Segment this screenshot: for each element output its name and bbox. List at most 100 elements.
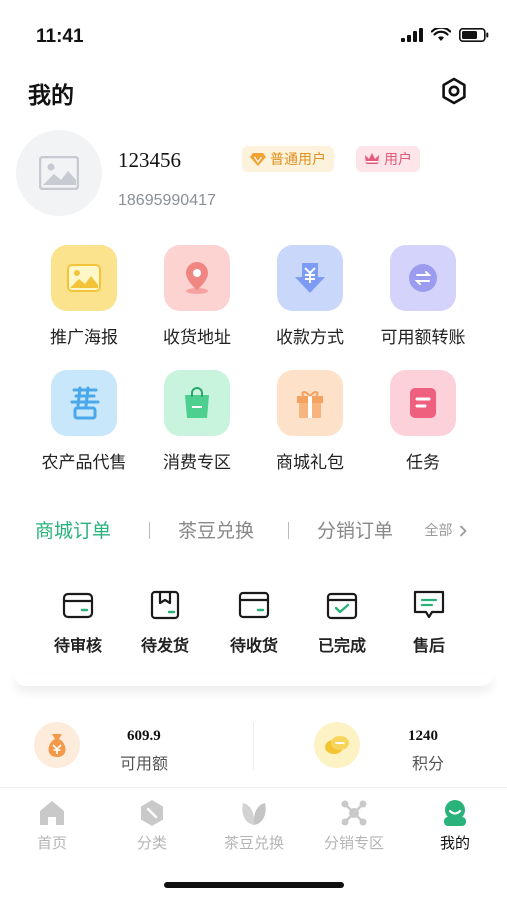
task-icon-bg xyxy=(390,370,456,436)
feature-task[interactable]: 任务 xyxy=(368,370,478,473)
tab-home[interactable]: 首页 xyxy=(2,798,102,853)
feature-label: 农产品代售 xyxy=(41,453,127,473)
points-value: 1240 xyxy=(408,728,438,744)
home-icon xyxy=(40,801,64,825)
feature-label: 可用额转账 xyxy=(380,328,466,348)
member-badge: 普通用户 xyxy=(242,146,334,172)
username: 123456 xyxy=(118,148,181,172)
diamond-icon xyxy=(250,153,266,166)
role-badge-label: 用户 xyxy=(384,152,412,168)
tab-mine[interactable]: 我的 xyxy=(405,798,505,853)
points-label: 积分 xyxy=(412,754,445,773)
feature-label: 商城礼包 xyxy=(276,453,344,473)
view-all-label: 全部 xyxy=(424,523,453,539)
order-status-completed[interactable]: 已完成 xyxy=(297,590,387,656)
order-status-label: 待发货 xyxy=(140,636,189,655)
tab-distribution[interactable]: 分销专区 xyxy=(304,798,404,853)
chevron-right-icon xyxy=(459,525,467,537)
member-badge-label: 普通用户 xyxy=(270,152,326,168)
wifi-icon xyxy=(431,28,451,41)
coins-icon-bg xyxy=(314,722,360,768)
order-status-pending-review[interactable]: 待审核 xyxy=(33,590,123,656)
battery-icon xyxy=(459,28,489,42)
gift-icon xyxy=(297,391,323,418)
role-badge: 用户 xyxy=(356,146,420,172)
image-placeholder-icon xyxy=(39,156,79,190)
tab-distribution-orders[interactable]: 分销订单 xyxy=(317,516,393,543)
feature-payment-method[interactable]: 收款方式 xyxy=(255,245,365,348)
sell-icon-bg xyxy=(51,370,117,436)
order-status-label: 待收货 xyxy=(229,636,278,655)
leaf-icon xyxy=(242,803,266,825)
transfer-icon-bg xyxy=(390,245,456,311)
wallet-available-balance[interactable]: 609.9 可用额 xyxy=(34,718,254,778)
feature-label: 任务 xyxy=(406,453,440,473)
tab-label: 我的 xyxy=(439,834,470,852)
balance-label: 可用额 xyxy=(120,754,169,773)
status-bar: 11:41 xyxy=(0,0,507,66)
view-all-orders-link[interactable]: 全部 xyxy=(425,520,467,540)
wallet-icon xyxy=(62,592,94,619)
balance-value: 609.9 xyxy=(127,728,161,744)
task-icon xyxy=(410,388,436,418)
address-icon-bg xyxy=(164,245,230,311)
avatar[interactable] xyxy=(16,130,102,216)
feature-farm-product-sale[interactable]: 农产品代售 xyxy=(29,370,139,473)
feature-label: 收款方式 xyxy=(276,328,344,348)
feature-consumer-zone[interactable]: 消费专区 xyxy=(142,370,252,473)
feature-label: 消费专区 xyxy=(163,453,231,473)
feature-balance-transfer[interactable]: 可用额转账 xyxy=(368,245,478,348)
tab-divider xyxy=(288,522,289,539)
tab-tea-bean-exchange[interactable]: 茶豆兑换 xyxy=(178,516,254,543)
tab-label: 首页 xyxy=(36,834,67,852)
tab-divider xyxy=(149,522,150,539)
money-bag-icon xyxy=(48,734,66,757)
coins-icon xyxy=(325,736,349,754)
order-status-to-receive[interactable]: 待收货 xyxy=(209,590,299,656)
image-icon xyxy=(67,264,101,292)
feature-shipping-address[interactable]: 收货地址 xyxy=(142,245,252,348)
tab-tea-bean[interactable]: 茶豆兑换 xyxy=(204,798,304,853)
package-icon xyxy=(150,590,180,620)
wallet-divider xyxy=(253,722,254,770)
page-title: 我的 xyxy=(28,83,74,109)
crown-icon xyxy=(365,153,379,164)
order-status-label: 已完成 xyxy=(317,636,366,655)
feature-label: 推广海报 xyxy=(50,328,118,348)
feature-promo-poster[interactable]: 推广海报 xyxy=(29,245,139,348)
feature-label: 收货地址 xyxy=(163,328,231,348)
yuan-download-icon xyxy=(295,263,325,293)
phone-number: 18695990417 xyxy=(118,192,216,209)
order-status-label: 售后 xyxy=(412,636,445,655)
tab-label: 分类 xyxy=(136,834,167,852)
settings-icon xyxy=(442,77,466,105)
feature-mall-gift[interactable]: 商城礼包 xyxy=(255,370,365,473)
order-tabs: 商城订单 茶豆兑换 分销订单 全部 xyxy=(0,516,507,546)
user-icon xyxy=(444,800,466,826)
tab-category[interactable]: 分类 xyxy=(102,798,202,853)
order-status-label: 待审核 xyxy=(53,636,102,655)
tab-mall-orders[interactable]: 商城订单 xyxy=(35,516,111,543)
order-status-after-sales[interactable]: 售后 xyxy=(384,590,474,656)
page-header: 我的 xyxy=(0,66,507,116)
transfer-icon xyxy=(409,264,437,292)
payment-icon-bg xyxy=(277,245,343,311)
location-pin-icon xyxy=(186,262,208,294)
check-box-icon xyxy=(326,592,358,620)
money-bag-icon-bg xyxy=(34,722,80,768)
wallet-points[interactable]: 1240 积分 xyxy=(314,718,507,778)
card-icon xyxy=(238,591,270,619)
message-icon xyxy=(413,590,445,619)
sell-icon xyxy=(70,386,100,420)
category-icon xyxy=(141,800,163,826)
shopping-bag-icon xyxy=(185,387,209,418)
shopping-bag-icon-bg xyxy=(164,370,230,436)
tab-label: 茶豆兑换 xyxy=(223,834,284,852)
bottom-tab-bar: 首页 分类 茶豆兑换 分销专区 我的 xyxy=(0,787,507,857)
settings-button[interactable] xyxy=(439,76,469,106)
order-status-to-ship[interactable]: 待发货 xyxy=(120,590,210,656)
promo-poster-icon-bg xyxy=(51,245,117,311)
home-indicator xyxy=(164,882,344,888)
signal-icon xyxy=(401,28,423,42)
gift-icon-bg xyxy=(277,370,343,436)
